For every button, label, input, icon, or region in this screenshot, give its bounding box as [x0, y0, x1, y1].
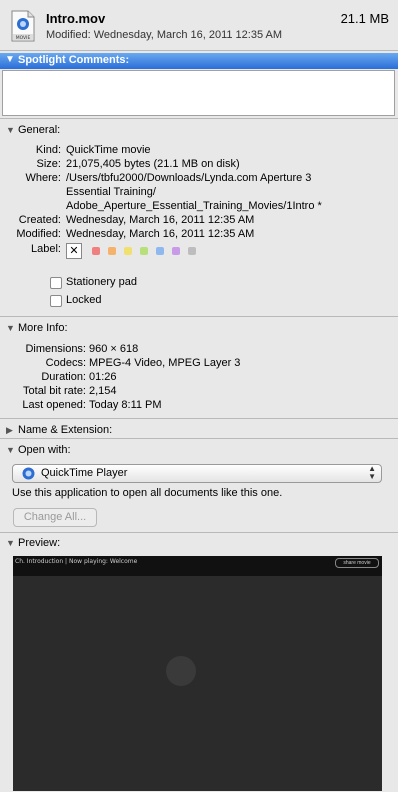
stationery-pad-label: Stationery pad: [66, 276, 137, 288]
divider: [0, 316, 398, 317]
locked-checkbox[interactable]: [50, 295, 62, 307]
kind-label: Kind:: [35, 144, 61, 156]
section-title: Open with:: [18, 444, 71, 456]
divider: [0, 418, 398, 419]
section-title: Preview:: [18, 537, 61, 549]
bitrate-value: 2,154: [89, 385, 117, 397]
where-label: Where:: [25, 172, 61, 184]
disclosure-open-icon[interactable]: ▼: [6, 125, 18, 135]
section-title: General:: [18, 124, 61, 136]
section-general-header[interactable]: ▼ General:: [6, 124, 60, 136]
preview-video-title: Ch. Introduction | Now playing: Welcome: [15, 558, 138, 565]
label-label: Label:: [31, 243, 61, 255]
spotlight-comments-header[interactable]: ▼ Spotlight Comments:: [0, 53, 398, 69]
divider: [0, 532, 398, 533]
label-color-swatch[interactable]: [124, 247, 132, 255]
section-open-with-header[interactable]: ▼ Open with:: [6, 444, 71, 456]
dimensions-label: Dimensions:: [25, 343, 86, 355]
duration-value: 01:26: [89, 371, 117, 383]
lynda-logo-icon: [166, 656, 196, 686]
divider: [0, 50, 398, 51]
label-color-swatch[interactable]: [188, 247, 196, 255]
share-movie-badge: share movie: [335, 558, 379, 568]
created-value: Wednesday, March 16, 2011 12:35 AM: [66, 214, 255, 226]
section-title: More Info:: [18, 322, 68, 334]
label-color-swatch[interactable]: [92, 247, 100, 255]
preview-video[interactable]: Ch. Introduction | Now playing: Welcome …: [13, 556, 382, 791]
label-color-swatch[interactable]: [140, 247, 148, 255]
where-value-line-1: /Users/tbfu2000/Downloads/Lynda.com Aper…: [66, 172, 312, 184]
size-label: Size:: [36, 158, 61, 170]
where-value-line-3: Adobe_Aperture_Essential_Training_Movies…: [66, 200, 322, 212]
disclosure-open-icon[interactable]: ▼: [6, 538, 18, 548]
created-label: Created:: [18, 214, 61, 226]
movie-file-icon: MOVIE: [11, 10, 35, 42]
change-all-button[interactable]: Change All...: [13, 508, 97, 527]
movie-icon-label: MOVIE: [16, 35, 31, 41]
where-value-line-2: Essential Training/: [66, 186, 156, 198]
file-size: 21.1 MB: [340, 11, 389, 26]
last-opened-value: Today 8:11 PM: [89, 399, 162, 411]
divider: [0, 438, 398, 439]
last-opened-label: Last opened:: [22, 399, 86, 411]
size-value: 21,075,405 bytes (21.1 MB on disk): [66, 158, 240, 170]
duration-label: Duration:: [41, 371, 86, 383]
open-with-hint: Use this application to open all documen…: [12, 487, 283, 499]
disclosure-open-icon[interactable]: ▼: [6, 445, 18, 455]
label-none-swatch[interactable]: ✕: [66, 243, 82, 259]
open-with-app: QuickTime Player: [41, 467, 128, 479]
modified-label: Modified:: [16, 228, 61, 240]
spotlight-comments-label: Spotlight Comments:: [18, 54, 130, 66]
divider: [0, 118, 398, 119]
dimensions-value: 960 × 618: [89, 343, 139, 355]
label-color-swatch[interactable]: [172, 247, 180, 255]
disclosure-closed-icon[interactable]: ▶: [6, 425, 18, 436]
disclosure-open-icon[interactable]: ▼: [5, 54, 15, 65]
codecs-value: MPEG-4 Video, MPEG Layer 3: [89, 357, 241, 369]
open-with-select[interactable]: QuickTime Player ▲ ▼: [12, 464, 382, 483]
kind-value: QuickTime movie: [66, 144, 151, 156]
header-modified: Modified: Wednesday, March 16, 2011 12:3…: [46, 29, 283, 41]
spotlight-comments-field[interactable]: [2, 70, 395, 116]
section-name-extension-header[interactable]: ▶ Name & Extension:: [6, 424, 112, 436]
section-title: Name & Extension:: [18, 424, 113, 436]
preview-video-header: Ch. Introduction | Now playing: Welcome …: [13, 556, 382, 576]
modified-value: Wednesday, March 16, 2011 12:35 AM: [66, 228, 255, 240]
section-more-info-header[interactable]: ▼ More Info:: [6, 322, 68, 334]
file-name: Intro.mov: [46, 11, 106, 26]
disclosure-open-icon[interactable]: ▼: [6, 323, 18, 333]
select-arrows-icon: ▲ ▼: [368, 464, 376, 481]
label-color-swatch[interactable]: [108, 247, 116, 255]
codecs-label: Codecs:: [45, 357, 86, 369]
stationery-pad-checkbox[interactable]: [50, 277, 62, 289]
bitrate-label: Total bit rate:: [23, 385, 86, 397]
locked-label: Locked: [66, 294, 102, 306]
label-color-swatch[interactable]: [156, 247, 164, 255]
quicktime-icon: [22, 467, 35, 480]
section-preview-header[interactable]: ▼ Preview:: [6, 537, 60, 549]
